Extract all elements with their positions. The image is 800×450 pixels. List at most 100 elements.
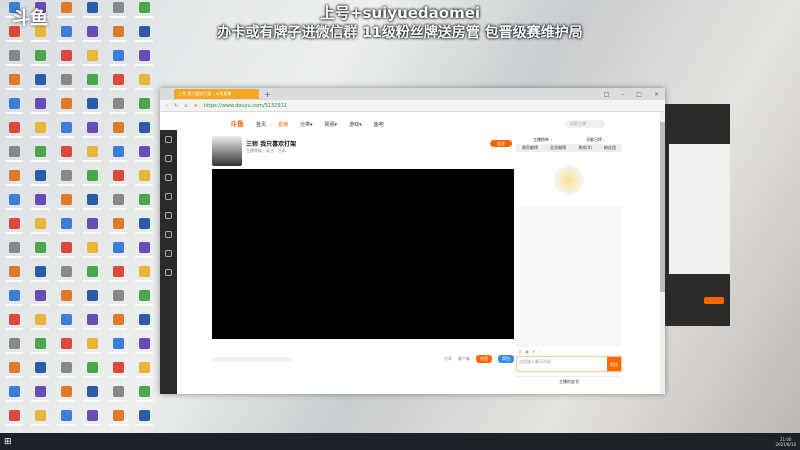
video-player[interactable] (212, 169, 514, 339)
desktop-shortcut[interactable] (80, 362, 104, 384)
contribution-rank-link[interactable]: 贡献日榜 › (586, 137, 605, 143)
desktop-shortcut[interactable] (132, 386, 156, 408)
desktop-shortcut[interactable] (2, 122, 26, 144)
desktop-shortcut[interactable] (2, 410, 26, 432)
desktop-shortcut[interactable] (2, 242, 26, 264)
desktop-shortcut[interactable] (54, 50, 78, 72)
desktop-shortcut[interactable] (80, 338, 104, 360)
system-tray-clock[interactable]: 21:00 2021/8/10 (775, 437, 796, 447)
desktop-shortcut[interactable] (132, 194, 156, 216)
desktop-shortcut[interactable] (132, 290, 156, 312)
desktop-shortcut[interactable] (54, 218, 78, 240)
desktop-shortcut[interactable] (2, 314, 26, 336)
minimize-button[interactable]: – (621, 91, 624, 98)
site-logo[interactable]: 斗鱼 (230, 119, 244, 129)
windows-start-icon[interactable]: ⊞ (4, 437, 12, 447)
follow-button[interactable]: 关注 (490, 140, 512, 147)
chat-input-placeholder[interactable]: 这里输入聊天内容 (517, 357, 607, 371)
nav-video[interactable]: 视频▾ (325, 121, 338, 128)
desktop-shortcut[interactable] (80, 194, 104, 216)
home-icon[interactable]: ⌂ (184, 103, 187, 109)
desktop-shortcut[interactable] (54, 74, 78, 96)
desktop-shortcut[interactable] (106, 98, 130, 120)
back-icon[interactable]: ‹ (166, 103, 168, 109)
desktop-shortcut[interactable] (106, 194, 130, 216)
desktop-shortcut[interactable] (28, 50, 52, 72)
tab-vip[interactable]: 贵宾(0) (578, 145, 592, 151)
fan-icon[interactable]: ♡ (538, 349, 542, 354)
tab-weekly[interactable]: 周贡献榜 (522, 145, 538, 151)
desktop-shortcut[interactable] (2, 170, 26, 192)
desktop-shortcut[interactable] (80, 266, 104, 288)
desktop-shortcut[interactable] (54, 338, 78, 360)
desktop-shortcut[interactable] (54, 98, 78, 120)
desktop-shortcut[interactable] (54, 410, 78, 432)
desktop-shortcut[interactable] (28, 74, 52, 96)
desktop-shortcut[interactable] (2, 290, 26, 312)
desktop-shortcut[interactable] (2, 50, 26, 72)
desktop-shortcut[interactable] (2, 338, 26, 360)
desktop-shortcut[interactable] (106, 218, 130, 240)
address-bar[interactable]: ‹ ↻ ⌂ ★ https://www.douyu.com/5132911 (160, 100, 665, 112)
url-text[interactable]: https://www.douyu.com/5132911 (204, 103, 287, 109)
star-icon[interactable]: ★ (193, 103, 197, 109)
desktop-shortcut[interactable] (132, 362, 156, 384)
secondary-window[interactable] (665, 104, 730, 326)
sidebar-icon[interactable] (165, 250, 172, 257)
desktop-shortcut[interactable] (28, 242, 52, 264)
desktop-shortcut[interactable] (132, 122, 156, 144)
tab-total[interactable]: 总贡献榜 (550, 145, 566, 151)
desktop-shortcut[interactable] (28, 218, 52, 240)
desktop-shortcut[interactable] (2, 194, 26, 216)
desktop-shortcut[interactable] (106, 338, 130, 360)
streamer-rank-link[interactable]: 主播榜单 › (533, 137, 552, 143)
nav-yuba[interactable]: 鱼吧 (374, 121, 384, 128)
desktop-shortcut[interactable] (28, 98, 52, 120)
desktop-shortcut[interactable] (28, 290, 52, 312)
send-icon[interactable]: ➤ (532, 349, 535, 354)
desktop-shortcut[interactable] (132, 218, 156, 240)
desktop-shortcut[interactable] (28, 122, 52, 144)
tab-fans[interactable]: 粉丝团 (604, 145, 616, 151)
desktop-shortcut[interactable] (132, 98, 156, 120)
send-button[interactable]: 发送 (607, 357, 621, 371)
desktop-shortcut[interactable] (28, 386, 52, 408)
desktop-shortcut[interactable] (132, 314, 156, 336)
desktop-shortcut[interactable] (106, 50, 130, 72)
desktop-shortcut[interactable] (80, 386, 104, 408)
gift-icon[interactable]: ▣ (525, 349, 529, 354)
desktop-shortcut[interactable] (2, 386, 26, 408)
desktop-shortcut[interactable] (80, 170, 104, 192)
desktop-shortcut[interactable] (28, 266, 52, 288)
emoji-icon[interactable]: ☺ (518, 349, 522, 354)
desktop-shortcut[interactable] (2, 266, 26, 288)
desktop-shortcut[interactable] (80, 122, 104, 144)
nav-games[interactable]: 游戏▾ (349, 121, 362, 128)
desktop-shortcut[interactable] (28, 410, 52, 432)
desktop-shortcut[interactable] (2, 74, 26, 96)
desktop-shortcut[interactable] (106, 122, 130, 144)
share-link[interactable]: 分享 (444, 356, 452, 362)
desktop-shortcut[interactable] (54, 314, 78, 336)
desktop-shortcut[interactable] (106, 314, 130, 336)
desktop-shortcut[interactable] (80, 218, 104, 240)
desktop-shortcut[interactable] (132, 146, 156, 168)
desktop-shortcut[interactable] (28, 338, 52, 360)
desktop-shortcut[interactable] (54, 290, 78, 312)
panel-footer[interactable]: 主播的友邻 (516, 376, 622, 386)
desktop-shortcut[interactable] (80, 50, 104, 72)
desktop-shortcut[interactable] (2, 218, 26, 240)
sidebar-icon[interactable] (165, 155, 172, 162)
maximize-button[interactable]: □ (636, 91, 642, 98)
sidebar-icon[interactable] (165, 212, 172, 219)
sidebar-icon[interactable] (165, 269, 172, 276)
desktop-shortcut[interactable] (106, 146, 130, 168)
desktop-shortcut[interactable] (28, 314, 52, 336)
sidebar-icon[interactable] (165, 136, 172, 143)
desktop-shortcut[interactable] (54, 122, 78, 144)
nav-live[interactable]: 直播 (278, 121, 288, 128)
nav-home[interactable]: 首页 (256, 121, 266, 128)
desktop-shortcut[interactable] (106, 266, 130, 288)
desktop-shortcut[interactable] (80, 146, 104, 168)
chat-input[interactable]: 这里输入聊天内容 发送 (516, 356, 622, 372)
